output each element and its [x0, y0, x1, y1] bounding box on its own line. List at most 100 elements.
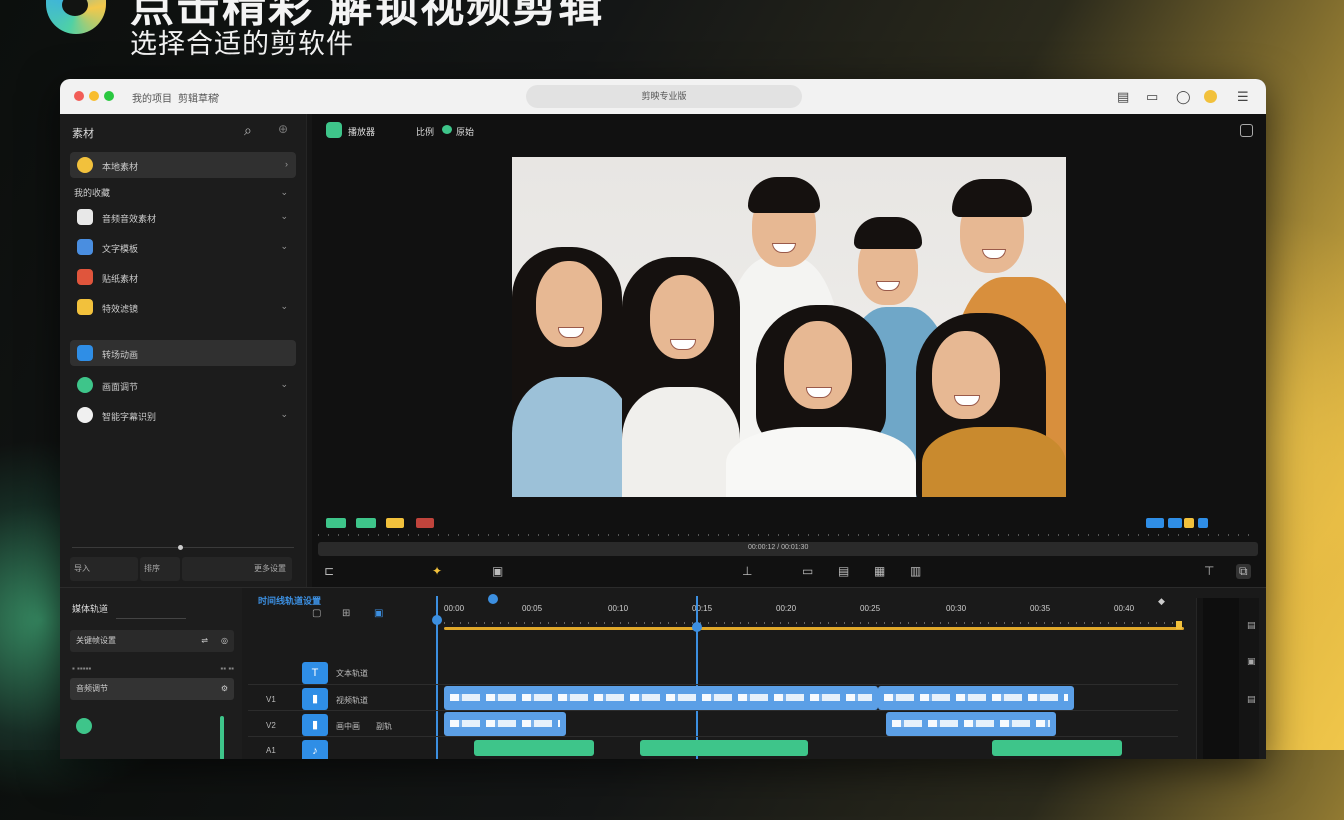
text-track-button[interactable]: T	[302, 662, 328, 684]
add-icon[interactable]: ⊕	[278, 122, 288, 136]
sidebar-item-sticker[interactable]: 贴纸素材	[70, 264, 296, 290]
caption-toggle-icon[interactable]: ⊏	[324, 564, 334, 578]
mark-chip[interactable]	[356, 518, 376, 528]
mark-chip[interactable]	[1184, 518, 1194, 528]
menu-icon[interactable]: ☰	[1237, 89, 1249, 105]
meter-icon[interactable]: ▣	[1247, 656, 1256, 667]
sort-button[interactable]: 排序	[140, 557, 180, 581]
adjust-icon	[77, 377, 93, 393]
pip-track-button[interactable]: ▮	[302, 714, 328, 736]
audio-row[interactable]: 音频调节 ⚙	[70, 678, 234, 700]
work-area-bar[interactable]	[444, 627, 1184, 630]
video-frame	[512, 157, 1066, 497]
snapshot-icon[interactable]: ▣	[492, 564, 503, 578]
panel-icon[interactable]: ▭	[1146, 89, 1158, 105]
close-dot[interactable]	[74, 91, 84, 101]
video-track-button[interactable]: ▮	[302, 688, 328, 710]
crop-icon[interactable]: ▥	[910, 564, 921, 578]
marker-icon[interactable]	[488, 594, 498, 604]
sidebar-item-caption[interactable]: 智能字幕识别 ⌄	[70, 402, 296, 428]
frame-icon[interactable]: ▤	[838, 564, 849, 578]
playhead[interactable]	[696, 596, 698, 759]
track-side-label: 副轨	[376, 722, 392, 731]
mark-chip[interactable]	[1198, 518, 1208, 528]
keyframe-row[interactable]: 关键帧设置 ⇌ ◎	[70, 630, 234, 652]
record-icon[interactable]	[76, 718, 92, 734]
video-clip[interactable]	[444, 686, 878, 710]
snap-icon[interactable]: ◆	[1158, 596, 1165, 607]
tool-icon[interactable]: ▣	[374, 608, 383, 619]
mark-chip[interactable]	[386, 518, 404, 528]
magic-icon[interactable]: ✦	[432, 564, 442, 578]
text-icon	[77, 239, 93, 255]
mark-chip[interactable]	[1146, 518, 1164, 528]
playhead-handle[interactable]	[692, 622, 702, 632]
player-tab[interactable]: 播放器	[348, 125, 375, 138]
mark-chip[interactable]	[416, 518, 434, 528]
original-button[interactable]: 原始	[456, 125, 474, 138]
mini-ruler	[318, 534, 1258, 536]
chevron-down-icon: ⌄	[280, 379, 288, 389]
layout-icon[interactable]: ▤	[1117, 89, 1129, 105]
work-area-end[interactable]	[1176, 621, 1182, 629]
sidebar-item-audio[interactable]: 音频音效素材 ⌄	[70, 204, 296, 230]
subtitle: 选择合适的剪软件	[130, 29, 354, 59]
track-side: V2	[266, 721, 276, 730]
audio-clip[interactable]	[992, 740, 1122, 756]
titlebar: 我的项目 剪辑草稿 › 剪映专业版 ▤ ▭ ◯ ☰	[60, 79, 1266, 114]
sidebar-item-local[interactable]: 本地素材 ›	[70, 152, 296, 178]
meter-icon[interactable]: ▤	[1247, 620, 1256, 631]
breadcrumb-project[interactable]: 我的项目	[132, 90, 172, 105]
tick-label: 00:40	[1114, 604, 1135, 613]
video-clip[interactable]	[878, 686, 1074, 710]
maximize-dot[interactable]	[104, 91, 114, 101]
target-icon[interactable]: ◎	[221, 630, 228, 652]
in-marker-handle[interactable]	[432, 615, 442, 625]
address-bar[interactable]: 剪映专业版	[526, 85, 802, 108]
more-settings-button[interactable]: 更多设置	[182, 557, 292, 581]
split-icon[interactable]: ⊥	[742, 564, 752, 578]
sidebar-item-adjust[interactable]: 画面调节 ⌄	[70, 372, 296, 398]
sidebar-item-text[interactable]: 文字模板 ⌄	[70, 234, 296, 260]
pin-icon[interactable]: ⊤	[1204, 564, 1214, 578]
avatar-icon[interactable]	[1204, 90, 1217, 103]
meter-icon[interactable]: ▤	[1247, 694, 1256, 705]
player-icon	[326, 122, 342, 138]
fullscreen-icon[interactable]	[1240, 124, 1253, 137]
toggle-icon[interactable]: ⇌	[201, 630, 208, 652]
mark-chip[interactable]	[326, 518, 346, 528]
minimize-dot[interactable]	[89, 91, 99, 101]
tool-icon[interactable]: ▢	[312, 608, 321, 619]
screen-icon[interactable]: ▭	[802, 564, 813, 578]
track-divider	[248, 684, 1178, 685]
import-button[interactable]: 导入	[70, 557, 138, 581]
audio-clip[interactable]	[474, 740, 594, 756]
grid-icon[interactable]: ▦	[874, 564, 885, 578]
track-label: 画中画	[336, 722, 360, 731]
level-meter	[1203, 598, 1239, 759]
settings-icon[interactable]: ⚙	[221, 678, 228, 700]
search-icon[interactable]: ⌕	[244, 122, 252, 139]
track-header: 时间线轨道设置	[258, 596, 322, 606]
ratio-button[interactable]: 比例	[416, 125, 434, 138]
timeline-tracks: 时间线轨道设置 ▢ ⊞ ▣ 00:00 00:05 00:10 00:15 00…	[248, 588, 1260, 759]
sticker-icon	[77, 269, 93, 285]
timeline-inspector: 媒体轨道 关键帧设置 ⇌ ◎ ▪ ▪▪▪▪▪ ▪▪ ▪▪ 音频调节 ⚙	[60, 588, 242, 759]
layout-toggle-icon[interactable]: ⧉	[1236, 564, 1251, 579]
zoom-slider[interactable]	[72, 547, 294, 548]
chat-icon[interactable]: ◯	[1176, 89, 1191, 105]
tool-icon[interactable]: ⊞	[342, 608, 350, 619]
tick-label: 00:30	[946, 604, 967, 613]
pip-clip[interactable]	[444, 712, 566, 736]
pip-clip[interactable]	[886, 712, 1056, 736]
sidebar-item-effect[interactable]: 特效滤镜 ⌄	[70, 294, 296, 320]
editor-window: 我的项目 剪辑草稿 › 剪映专业版 ▤ ▭ ◯ ☰ 素材 ⌕ ⊕ 本地素材 › …	[60, 79, 1266, 759]
sidebar-item-transition[interactable]: 转场动画	[70, 340, 296, 366]
sidebar-item-favorites[interactable]: 我的收藏 ⌄	[70, 180, 296, 200]
audio-clip[interactable]	[640, 740, 808, 756]
track-label: 视频轨道	[336, 696, 368, 705]
mark-chip[interactable]	[1168, 518, 1182, 528]
breadcrumb-draft[interactable]: 剪辑草稿	[178, 90, 218, 105]
zoom-slider-thumb[interactable]	[178, 545, 183, 550]
scrub-bar[interactable]: 00:00:12 / 00:01:30	[318, 542, 1258, 556]
